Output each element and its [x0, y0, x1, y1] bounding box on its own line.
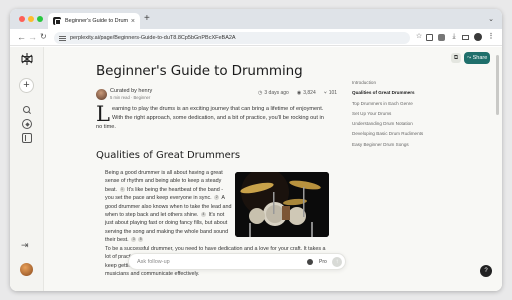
forward-button[interactable]: → — [28, 31, 37, 43]
maximize-window-button[interactable] — [37, 16, 43, 22]
reload-button[interactable]: ↻ — [40, 31, 47, 43]
citation-badge[interactable]: 4 — [201, 212, 206, 218]
browser-window: Beginner's Guide to Drumming × + ⌄ ← → ↻… — [10, 9, 502, 291]
intro-paragraph: Learning to play the drums is an excitin… — [96, 102, 328, 132]
intro-text: earning to play the drums is an exciting… — [96, 106, 324, 130]
clock-icon: ◷ — [258, 90, 263, 96]
toc-item[interactable]: Developing Basic Drum Rudiments — [352, 129, 452, 139]
toc-item[interactable]: Top Drummers in Each Genre — [352, 99, 452, 109]
tab-active[interactable]: Beginner's Guide to Drumming × — [48, 13, 140, 29]
follow-up-bar[interactable]: Ask follow-up Pro ↑ — [128, 253, 346, 270]
scrollbar[interactable] — [496, 55, 499, 115]
tab-search-icon[interactable]: ⌄ — [488, 15, 494, 23]
article-stats: ◷ 3 days ago ◉ 3,824 ⑂ 101 — [258, 90, 337, 96]
citation-badge[interactable]: 3 — [131, 237, 137, 243]
forks-stat: ⑂ 101 — [324, 90, 337, 96]
extension-icon[interactable] — [438, 34, 445, 41]
time-stat: ◷ 3 days ago — [258, 90, 289, 96]
perplexity-logo-icon[interactable] — [20, 52, 34, 66]
tab-title: Beginner's Guide to Drumming — [65, 18, 128, 24]
follow-up-input[interactable]: Ask follow-up — [137, 259, 170, 265]
curated-by[interactable]: Curated by henry — [110, 88, 152, 94]
expand-sidebar-icon[interactable]: ⇥ — [21, 240, 29, 251]
discover-compass-icon[interactable] — [22, 119, 32, 129]
url-text[interactable]: perplexity.ai/page/Beginners-Guide-to-du… — [70, 35, 236, 41]
section-heading: Qualities of Great Drummers — [96, 150, 241, 161]
sidebar: + ⇥ — [10, 47, 44, 291]
bookmark-star-icon[interactable]: ☆ — [415, 33, 423, 41]
new-tab-button[interactable]: + — [144, 13, 150, 25]
toc-item[interactable]: Introduction — [352, 78, 452, 88]
tab-close-icon[interactable]: × — [131, 18, 135, 25]
help-button[interactable]: ? — [480, 265, 492, 277]
site-settings-icon[interactable] — [59, 35, 66, 41]
views-count: 3,824 — [303, 90, 316, 96]
section-paragraph: Being a good drummer is all about having… — [105, 169, 233, 245]
share-label: Share — [472, 55, 488, 61]
focus-toggle-icon[interactable] — [307, 259, 313, 265]
views-stat: ◉ 3,824 — [297, 90, 316, 96]
toc-item[interactable]: Understanding Drum Notation — [352, 119, 452, 129]
send-button[interactable]: ↑ — [332, 257, 342, 267]
toc-item[interactable]: Easy Beginner Drum Songs — [352, 140, 452, 150]
address-bar[interactable]: perplexity.ai/page/Beginners-Guide-to-du… — [54, 32, 410, 44]
tab-strip: Beginner's Guide to Drumming × + ⌄ — [10, 9, 502, 29]
profile-avatar[interactable] — [474, 33, 482, 41]
extension-icon[interactable] — [426, 34, 433, 41]
page-title: Beginner's Guide to Drumming — [96, 63, 303, 79]
perplexity-favicon-icon — [53, 17, 61, 25]
forks-count: 101 — [328, 90, 338, 96]
browser-toolbar: ← → ↻ perplexity.ai/page/Beginners-Guide… — [10, 29, 502, 46]
eye-icon: ◉ — [296, 90, 302, 96]
pro-toggle[interactable]: Pro — [319, 259, 327, 265]
read-meta: 5 min read · Beginner — [110, 95, 151, 100]
user-avatar[interactable] — [20, 263, 33, 276]
toc-item[interactable]: Set Up Your Drums — [352, 109, 452, 119]
new-thread-button[interactable]: + — [19, 78, 34, 93]
time-ago: 3 days ago — [264, 90, 289, 96]
browser-menu-icon[interactable]: ⋮ — [487, 33, 495, 41]
page-content: + ⇥ ⧉ ⤳ Share Beginner's Guide to Drummi… — [10, 47, 502, 291]
citation-badge[interactable]: 2 — [214, 195, 220, 201]
drop-cap: L — [96, 102, 110, 126]
table-of-contents: Introduction Qualities of Great Drummers T… — [352, 78, 452, 150]
author-avatar[interactable] — [96, 89, 107, 100]
fork-icon: ⑂ — [323, 90, 327, 96]
share-button[interactable]: ⤳ Share — [464, 52, 490, 64]
download-icon[interactable]: ⤓ — [450, 33, 458, 41]
drum-kit-photo[interactable] — [235, 172, 329, 237]
citation-badge[interactable]: 5 — [138, 237, 144, 243]
toc-item[interactable]: Qualities of Great Drummers — [352, 88, 452, 98]
library-icon[interactable] — [22, 133, 32, 143]
citation-badge[interactable]: 1 — [119, 186, 125, 192]
bookmark-icon[interactable]: ⧉ — [451, 53, 461, 63]
side-panel-icon[interactable] — [462, 35, 469, 40]
back-button[interactable]: ← — [17, 31, 26, 43]
search-icon[interactable] — [22, 105, 32, 115]
minimize-window-button[interactable] — [28, 16, 34, 22]
close-window-button[interactable] — [19, 16, 25, 22]
